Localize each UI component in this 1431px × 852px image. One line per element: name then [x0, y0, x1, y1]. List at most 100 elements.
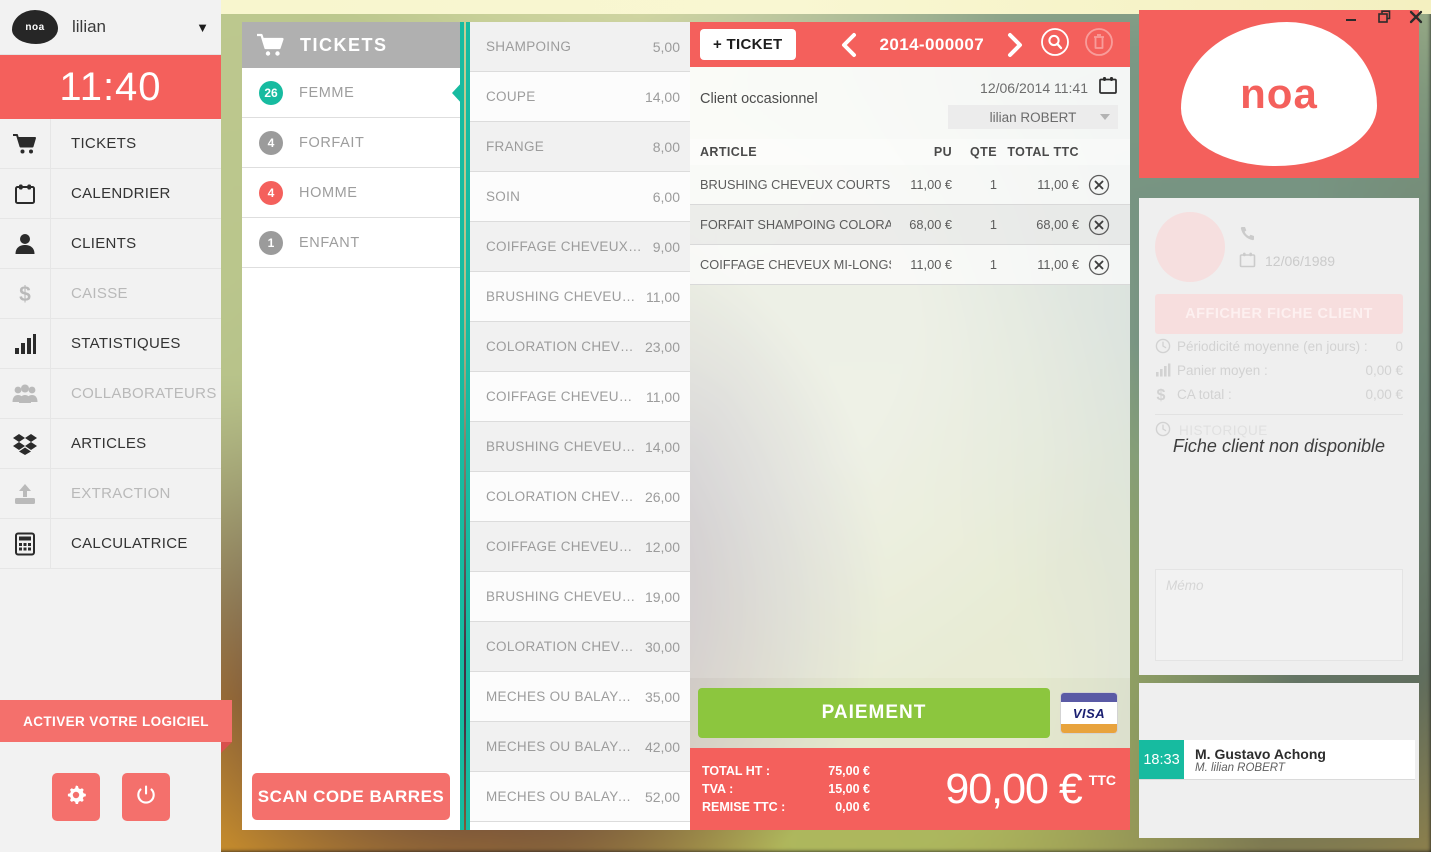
list-item[interactable]: BRUSHING CHEVEUX... 11,00: [470, 272, 690, 322]
trash-icon[interactable]: [1084, 27, 1114, 62]
sidebar-item-caisse[interactable]: $ CAISSE: [0, 269, 221, 319]
settings-button[interactable]: [51, 773, 100, 821]
chevron-left-icon[interactable]: [838, 32, 860, 58]
payment-button[interactable]: PAIEMENT: [698, 688, 1050, 738]
appointment-collaborator: M. lilian ROBERT: [1195, 761, 1285, 774]
column-pu: PU: [933, 145, 952, 159]
category-row-enfant[interactable]: 1 ENFANT: [242, 218, 460, 268]
close-icon[interactable]: [1407, 8, 1425, 26]
column-qte: QTE: [970, 145, 997, 159]
article-name: FRANGE: [486, 139, 545, 154]
list-item[interactable]: SOIN 6,00: [470, 172, 690, 222]
column-article: ARTICLE: [700, 145, 757, 159]
user-account-bar[interactable]: noa lilian ▼: [0, 0, 221, 55]
client-birthday-value: 12/06/1989: [1265, 253, 1336, 269]
category-row-femme[interactable]: 26 FEMME: [242, 68, 464, 118]
main-sidebar: noa lilian ▼ 11:40 TICKETS CALENDRIER CL…: [0, 0, 232, 852]
stat-label: CA total :: [1177, 386, 1232, 402]
stat-value: 0,00 €: [1365, 386, 1403, 402]
chevron-right-icon[interactable]: [1004, 32, 1026, 58]
table-row[interactable]: FORFAIT SHAMPOING COLORAT 68,00 € 1 68,0…: [690, 205, 1130, 245]
visa-top-band: [1061, 693, 1117, 702]
line-article: COIFFAGE CHEVEUX MI-LONGS: [700, 257, 892, 272]
list-item[interactable]: BRUSHING CHEVEUX... 14,00: [470, 422, 690, 472]
calendar-icon[interactable]: [1098, 75, 1118, 100]
list-item[interactable]: COLORATION CHEVE... 26,00: [470, 472, 690, 522]
sidebar-item-collaborateurs[interactable]: COLLABORATEURS: [0, 369, 221, 419]
line-pu: 11,00 €: [910, 257, 952, 272]
article-price: 23,00: [644, 338, 680, 355]
chevron-down-icon[interactable]: ▼: [196, 20, 209, 35]
delete-line-icon[interactable]: [1079, 214, 1120, 236]
category-label: HOMME: [299, 184, 358, 201]
list-item[interactable]: COUPE 14,00: [470, 72, 690, 122]
line-qte: 1: [989, 257, 997, 272]
ticket-meta-right: 12/06/2014 11:41 lilian ROBERT: [948, 75, 1118, 129]
calendar-icon: [1239, 251, 1256, 271]
minimize-icon[interactable]: [1343, 8, 1361, 26]
table-row[interactable]: COIFFAGE CHEVEUX MI-LONGS 11,00 € 1 11,0…: [690, 245, 1130, 285]
article-name: COLORATION CHEVE...: [486, 339, 637, 354]
article-name: COUPE: [486, 89, 536, 104]
stat-label: Périodicité moyenne (en jours) :: [1177, 338, 1368, 354]
list-item[interactable]: COIFFAGE CHEVEUX... 11,00: [470, 372, 690, 422]
new-ticket-button[interactable]: + TICKET: [700, 29, 796, 60]
list-item[interactable]: COLORATION CHEVE... 30,00: [470, 622, 690, 672]
line-pu: 68,00 €: [909, 217, 952, 232]
appointment-time: 18:33: [1139, 740, 1184, 779]
list-item[interactable]: COLORATION CHEVE... 23,00: [470, 322, 690, 372]
list-item[interactable]: SHAMPOING 5,00: [470, 22, 690, 72]
power-button[interactable]: [121, 773, 170, 821]
list-item[interactable]: MECHES OU BALAYAG... 52,00: [470, 772, 690, 822]
ticket-client-label[interactable]: Client occasionnel: [700, 91, 818, 107]
list-item[interactable]: MECHES OU BALAYAG... 35,00: [470, 672, 690, 722]
article-price: 9,00: [652, 238, 680, 255]
show-client-fiche-button[interactable]: AFFICHER FICHE CLIENT: [1155, 294, 1403, 334]
article-price: 14,00: [644, 88, 680, 105]
sidebar-item-articles[interactable]: ARTICLES: [0, 419, 221, 469]
table-row[interactable]: BRUSHING CHEVEUX COURTS 11,00 € 1 11,00 …: [690, 165, 1130, 205]
line-total: 68,00 €: [1036, 217, 1079, 232]
sidebar-item-statistiques[interactable]: STATISTIQUES: [0, 319, 221, 369]
stat-average-basket: Panier moyen : 0,00 €: [1155, 358, 1403, 382]
sidebar-item-extraction[interactable]: EXTRACTION: [0, 469, 221, 519]
appointments-panel: 18:33 M. Gustavo Achong M. lilian ROBERT: [1139, 683, 1419, 838]
fiche-unavailable-message: Fiche client non disponible: [1172, 436, 1386, 456]
sidebar-item-calculatrice[interactable]: CALCULATRICE: [0, 519, 221, 569]
ticket-categories-panel: TICKETS 26 FEMME 4 FORFAIT 4 HOMME 1 ENF…: [242, 22, 464, 830]
total-line: TOTAL HT : 75,00 €: [702, 762, 870, 780]
category-row-forfait[interactable]: 4 FORFAIT: [242, 118, 460, 168]
list-item[interactable]: COIFFAGE CHEVEUX C... 9,00: [470, 222, 690, 272]
article-name: COIFFAGE CHEVEUX C...: [486, 239, 645, 254]
category-label: FEMME: [299, 84, 355, 101]
articles-list-panel[interactable]: SHAMPOING 5,00 COUPE 14,00 FRANGE 8,00 S…: [466, 22, 690, 830]
total-line: TVA : 15,00 €: [702, 780, 870, 798]
gear-icon: [65, 784, 87, 811]
clock-display: 11:40: [0, 55, 221, 119]
delete-line-icon[interactable]: [1079, 254, 1120, 276]
collaborator-select[interactable]: lilian ROBERT: [948, 105, 1118, 129]
categories-header: TICKETS: [242, 22, 460, 68]
sidebar-item-calendrier[interactable]: CALENDRIER: [0, 169, 221, 219]
stat-periodicity: Périodicité moyenne (en jours) : 0: [1155, 334, 1403, 358]
client-header: 12/06/1989: [1155, 212, 1403, 282]
list-item[interactable]: MECHES OU BALAYAG... 42,00: [470, 722, 690, 772]
memo-field[interactable]: Mémo: [1155, 569, 1403, 661]
list-item[interactable]: FRANGE 8,00: [470, 122, 690, 172]
category-row-homme[interactable]: 4 HOMME: [242, 168, 460, 218]
visa-card-button[interactable]: VISA: [1060, 692, 1118, 734]
article-price: 35,00: [644, 688, 680, 705]
delete-line-icon[interactable]: [1079, 174, 1120, 196]
activate-software-button[interactable]: ACTIVER VOTRE LOGICIEL: [0, 700, 232, 753]
sidebar-item-clients[interactable]: CLIENTS: [0, 219, 221, 269]
sidebar-item-label: EXTRACTION: [71, 485, 171, 502]
noa-logo-text: noa: [1240, 70, 1318, 117]
appointment-item[interactable]: 18:33 M. Gustavo Achong M. lilian ROBERT: [1139, 740, 1415, 780]
scan-barcode-button[interactable]: SCAN CODE BARRES: [252, 773, 450, 820]
restore-icon[interactable]: [1375, 8, 1393, 26]
list-item[interactable]: COIFFAGE CHEVEUX L... 12,00: [470, 522, 690, 572]
list-item[interactable]: BRUSHING CHEVEUX... 19,00: [470, 572, 690, 622]
ticket-meta: Client occasionnel 12/06/2014 11:41 lili…: [690, 67, 1130, 139]
search-icon[interactable]: [1040, 27, 1070, 62]
sidebar-item-tickets[interactable]: TICKETS: [0, 119, 221, 169]
